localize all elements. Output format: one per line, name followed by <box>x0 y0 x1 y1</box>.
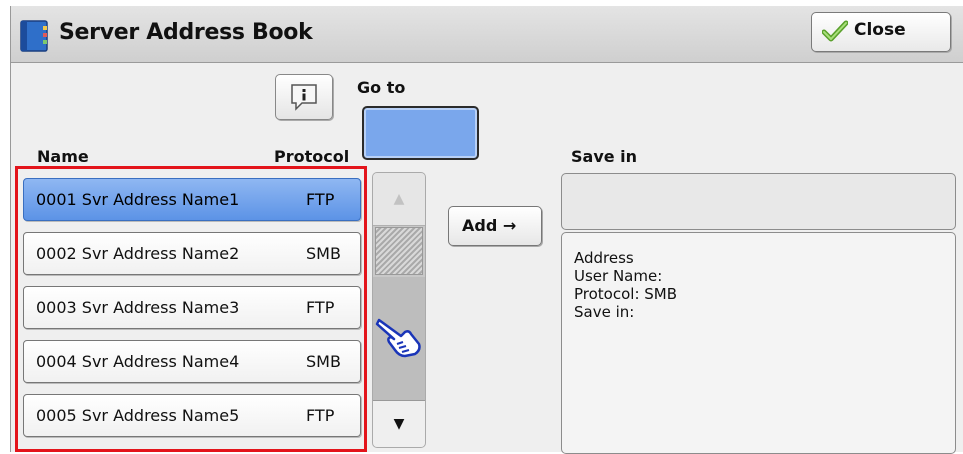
save-in-label: Save in <box>571 147 638 166</box>
list-item-name: 0002 Svr Address Name2 <box>36 244 240 263</box>
details-panel: Address User Name: Protocol: SMB Save in… <box>561 232 956 454</box>
arrow-up-icon: ▲ <box>393 191 405 207</box>
goto-field[interactable] <box>362 106 479 160</box>
list-item[interactable]: 0004 Svr Address Name4 SMB <box>23 340 361 383</box>
checkmark-icon <box>822 20 848 42</box>
arrow-down-icon: ▼ <box>393 416 405 432</box>
list-item-protocol: SMB <box>306 244 341 263</box>
pointing-hand-icon <box>375 318 421 358</box>
details-protocol: Protocol: SMB <box>574 285 678 303</box>
address-book-icon <box>20 20 48 52</box>
add-button[interactable]: Add → <box>448 206 542 246</box>
list-item[interactable]: 0002 Svr Address Name2 SMB <box>23 232 361 275</box>
list-item-protocol: FTP <box>306 406 335 425</box>
list-item-name: 0001 Svr Address Name1 <box>36 190 240 209</box>
list-scrollbar[interactable]: ▲ ▼ <box>372 172 426 448</box>
title-bar: Server Address Book Close <box>11 6 963 63</box>
scroll-thumb[interactable] <box>375 227 423 275</box>
server-address-book-screen: Server Address Book Close Go to Name Pro… <box>10 6 963 454</box>
close-button-label: Close <box>854 20 906 40</box>
close-button[interactable]: Close <box>811 12 951 52</box>
list-item-name: 0004 Svr Address Name4 <box>36 352 240 371</box>
column-header-protocol: Protocol <box>274 147 350 166</box>
list-item-name: 0005 Svr Address Name5 <box>36 406 240 425</box>
scroll-up-button[interactable]: ▲ <box>373 173 425 226</box>
scroll-down-button[interactable]: ▼ <box>373 400 425 447</box>
list-item-protocol: FTP <box>306 190 335 209</box>
info-button[interactable] <box>275 74 333 120</box>
list-item[interactable]: 0005 Svr Address Name5 FTP <box>23 394 361 437</box>
list-item-protocol: SMB <box>306 352 341 371</box>
list-item-name: 0003 Svr Address Name3 <box>36 298 240 317</box>
details-user-name: User Name: <box>574 267 663 285</box>
add-button-label: Add → <box>462 216 517 235</box>
details-address: Address <box>574 249 634 267</box>
list-item[interactable]: 0001 Svr Address Name1 FTP <box>23 178 361 221</box>
details-save-in: Save in: <box>574 303 635 321</box>
column-header-name: Name <box>37 147 89 166</box>
info-icon <box>291 84 317 111</box>
goto-label: Go to <box>357 78 406 97</box>
save-in-field[interactable] <box>561 173 956 230</box>
window-title: Server Address Book <box>59 20 313 45</box>
list-item-protocol: FTP <box>306 298 335 317</box>
list-item[interactable]: 0003 Svr Address Name3 FTP <box>23 286 361 329</box>
